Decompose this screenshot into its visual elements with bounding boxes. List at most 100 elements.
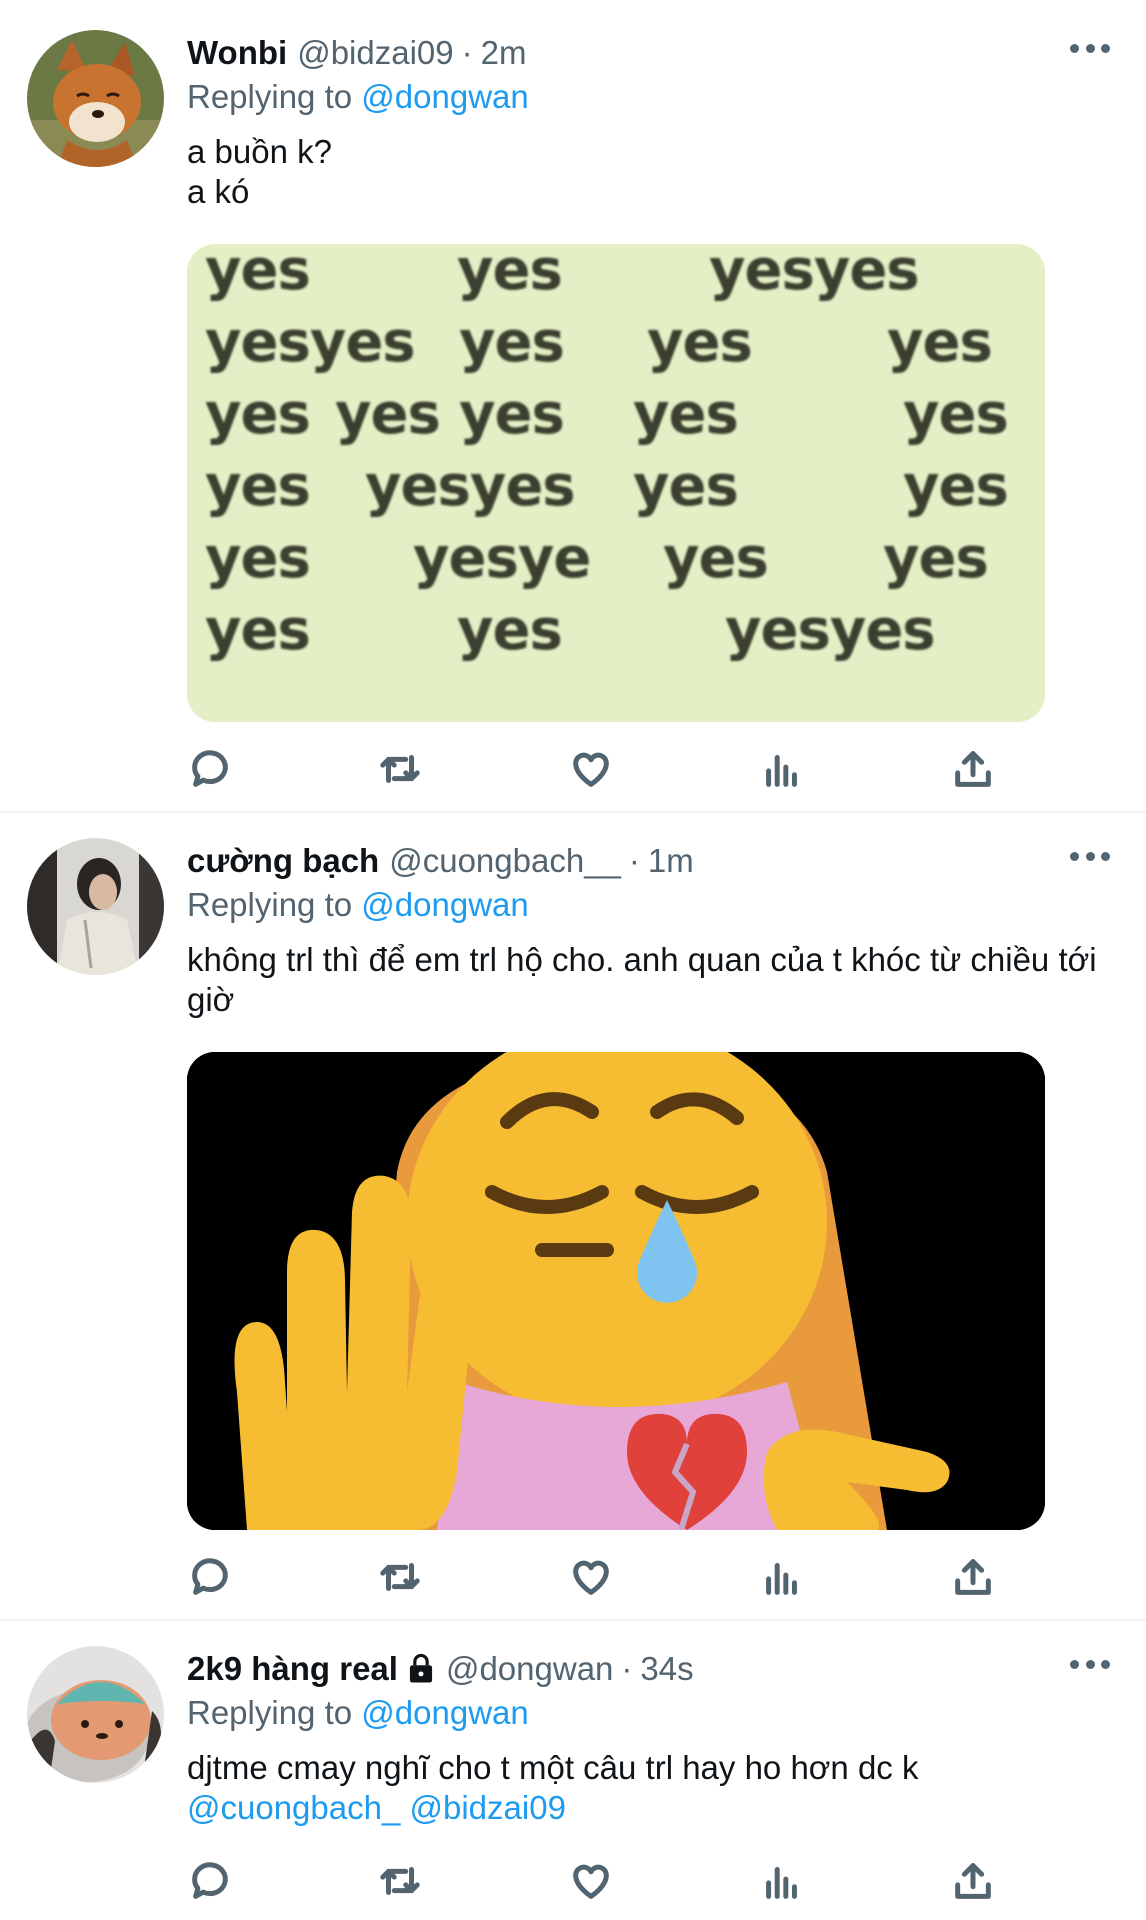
yes-text: yes	[457, 244, 563, 303]
share-button[interactable]	[950, 1554, 998, 1602]
handle[interactable]: @bidzai09	[297, 34, 453, 72]
yes-text: yes	[663, 526, 769, 591]
replying-prefix: Replying to	[187, 886, 353, 923]
yes-text: yes	[633, 454, 739, 519]
analytics-icon	[766, 755, 797, 787]
tweet-1[interactable]: Wonbi @bidzai09 · 2m Replying to @dongwa…	[0, 30, 1146, 798]
timestamp[interactable]: 34s	[640, 1650, 693, 1688]
mention-link[interactable]: @cuongbach_	[187, 1789, 400, 1826]
share-button[interactable]	[950, 746, 998, 794]
tweet-actions	[187, 1858, 1017, 1906]
like-button[interactable]	[568, 1858, 616, 1906]
like-button[interactable]	[568, 1554, 616, 1602]
tweet-text-line: djtme cmay nghĩ cho t một câu trl hay ho…	[187, 1749, 919, 1786]
retweet-button[interactable]	[377, 1554, 425, 1602]
yes-text: yes	[647, 310, 753, 375]
tweet-header: Wonbi @bidzai09 · 2m	[187, 30, 526, 76]
tweet-2[interactable]: cường bạch @cuongbach__ · 1m Replying to…	[0, 838, 1146, 1608]
tweet-text-line: a kó	[187, 173, 250, 210]
handle[interactable]: @cuongbach__	[389, 842, 621, 880]
replying-to: Replying to @dongwan	[187, 1694, 529, 1732]
tweet-header: cường bạch @cuongbach__ · 1m	[187, 838, 694, 884]
analytics-button[interactable]	[759, 1858, 807, 1906]
mention-link[interactable]: @dongwan	[361, 78, 528, 115]
plush-avatar-icon	[27, 1646, 164, 1783]
handle[interactable]: @dongwan	[446, 1650, 613, 1688]
mention-link[interactable]: @dongwan	[361, 886, 528, 923]
like-icon	[573, 1864, 609, 1899]
analytics-icon	[766, 1867, 797, 1899]
replying-to: Replying to @dongwan	[187, 78, 529, 116]
lock-icon	[406, 1653, 436, 1685]
person-avatar-icon	[27, 838, 164, 975]
avatar[interactable]	[27, 30, 164, 167]
display-name[interactable]: cường bạch	[187, 842, 379, 880]
analytics-icon	[766, 1563, 797, 1595]
yes-text: yes	[887, 310, 993, 375]
analytics-button[interactable]	[759, 1554, 807, 1602]
yes-text: yes	[205, 382, 311, 447]
display-name[interactable]: 2k9 hàng real	[187, 1650, 398, 1688]
reply-button[interactable]	[187, 1858, 235, 1906]
reply-icon	[192, 750, 228, 787]
more-options-icon[interactable]	[1070, 1652, 1110, 1676]
reply-button[interactable]	[187, 1554, 235, 1602]
tweet-media-yes-grid[interactable]: yes yes yesyes yesyes yes yes yes yes ye…	[187, 244, 1045, 722]
like-icon	[573, 752, 609, 787]
retweet-icon	[380, 1867, 420, 1895]
like-button[interactable]	[568, 746, 616, 794]
avatar[interactable]	[27, 1646, 164, 1783]
replying-prefix: Replying to	[187, 78, 353, 115]
tweet-3[interactable]: 2k9 hàng real @dongwan · 34s Replying to…	[0, 1646, 1146, 1920]
yes-text: yes	[903, 454, 1009, 519]
yes-text: yesyes	[365, 454, 576, 519]
mention-link[interactable]: @bidzai09	[410, 1789, 566, 1826]
retweet-button[interactable]	[377, 746, 425, 794]
tweet-header: 2k9 hàng real @dongwan · 34s	[187, 1646, 694, 1692]
divider	[0, 811, 1146, 813]
share-icon	[955, 1863, 991, 1899]
like-icon	[573, 1560, 609, 1595]
tweet-text: djtme cmay nghĩ cho t một câu trl hay ho…	[187, 1748, 1117, 1828]
tweet-text: a buồn k? a kó	[187, 132, 1117, 212]
share-icon	[955, 751, 991, 787]
reply-button[interactable]	[187, 746, 235, 794]
tweet-mentions-line: @cuongbach_ @bidzai09	[187, 1788, 1117, 1828]
retweet-icon	[380, 755, 420, 783]
yes-text: yes	[205, 454, 311, 519]
replying-to: Replying to @dongwan	[187, 886, 529, 924]
sad-emoji-image	[187, 1052, 1045, 1530]
tweet-text-line: a buồn k?	[187, 133, 332, 170]
retweet-button[interactable]	[377, 1858, 425, 1906]
more-options-icon[interactable]	[1070, 36, 1110, 60]
tweet-actions	[187, 746, 1017, 794]
reply-icon	[192, 1862, 228, 1899]
yes-text: yes	[633, 382, 739, 447]
tweet-media-sad-emoji[interactable]	[187, 1052, 1045, 1530]
more-options-icon[interactable]	[1070, 844, 1110, 868]
avatar[interactable]	[27, 838, 164, 975]
divider	[0, 1619, 1146, 1621]
yes-grid-image: yes yes yesyes yesyes yes yes yes yes ye…	[187, 244, 1045, 722]
reply-icon	[192, 1558, 228, 1595]
fox-avatar-icon	[27, 30, 164, 167]
yes-text: yes	[883, 526, 989, 591]
separator-dot: ·	[461, 34, 473, 71]
mention-link[interactable]: @dongwan	[361, 1694, 528, 1731]
separator-dot: ·	[628, 842, 640, 879]
display-name[interactable]: Wonbi	[187, 34, 287, 72]
replying-prefix: Replying to	[187, 1694, 353, 1731]
yes-text: yesye	[413, 526, 591, 591]
yes-text: yesyes	[709, 244, 920, 303]
share-icon	[955, 1559, 991, 1595]
yes-text: yes	[205, 244, 311, 303]
tweet-text: không trl thì để em trl hộ cho. anh quan…	[187, 941, 1097, 1018]
yes-text: yes	[459, 310, 565, 375]
analytics-button[interactable]	[759, 746, 807, 794]
timestamp[interactable]: 1m	[648, 842, 694, 880]
yes-text: yesyes	[725, 598, 936, 663]
retweet-icon	[380, 1563, 420, 1591]
timestamp[interactable]: 2m	[481, 34, 527, 72]
share-button[interactable]	[950, 1858, 998, 1906]
yes-text: yes	[205, 526, 311, 591]
